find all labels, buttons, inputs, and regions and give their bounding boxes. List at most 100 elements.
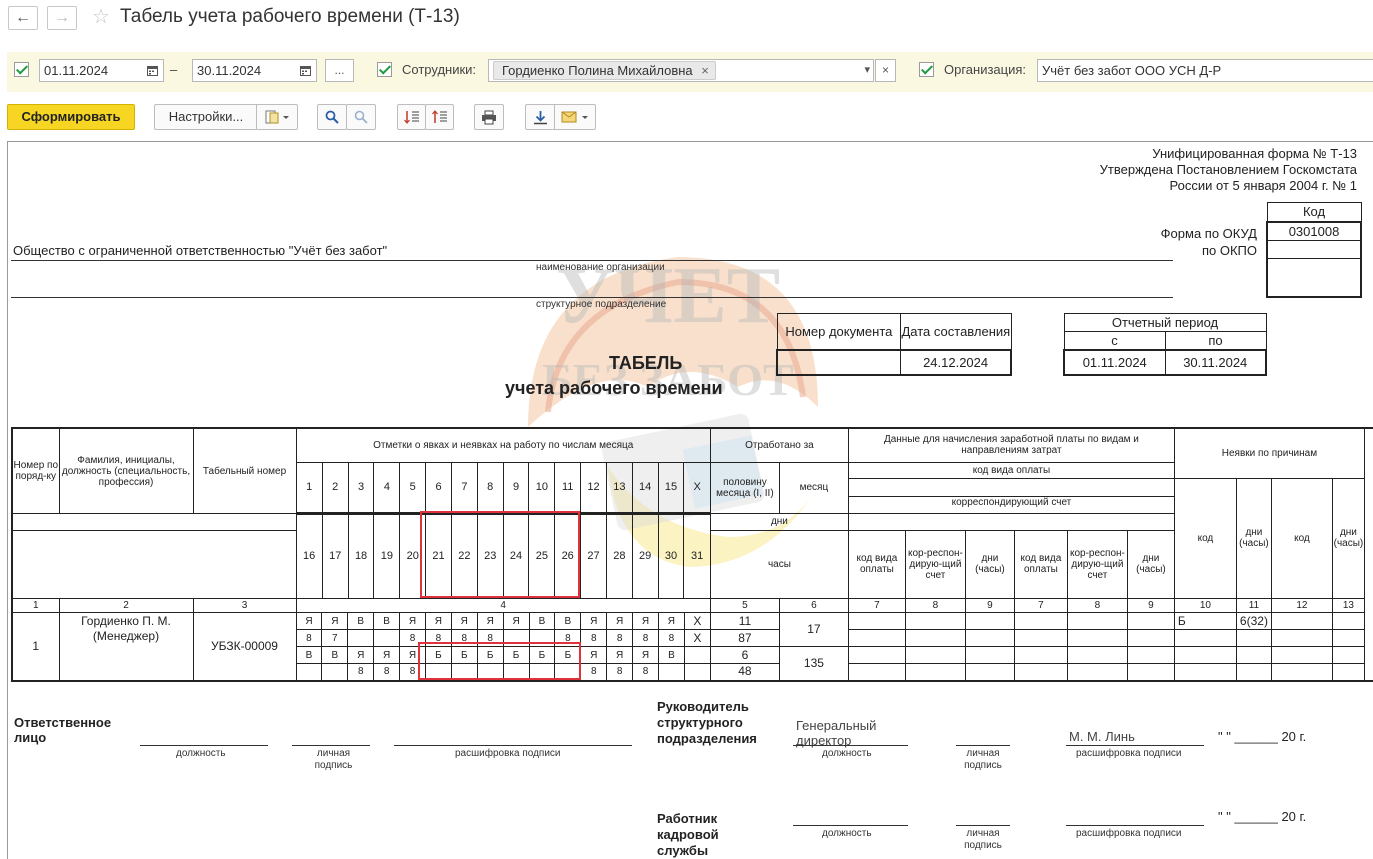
pay-days-2: дни (часы) <box>1126 529 1175 600</box>
day-cell: Б <box>424 646 452 664</box>
kod-header: Код <box>1266 202 1362 222</box>
day-cell: 8 <box>373 663 401 681</box>
resp-position-caption: должность <box>176 748 226 759</box>
day-cell <box>347 629 375 647</box>
pay-data-cell <box>904 663 966 681</box>
day-cell: Б <box>554 646 582 664</box>
calendar-icon[interactable] <box>147 65 158 76</box>
header-half-month: половину месяца (I, II) <box>709 461 780 514</box>
column-number: 4 <box>295 598 711 613</box>
day-header-top: 7 <box>450 462 478 513</box>
day-header-bottom: 28 <box>605 514 633 598</box>
send-email-button[interactable] <box>554 104 596 130</box>
column-number: 13 <box>1331 598 1365 613</box>
day-header-bottom: 29 <box>631 514 659 598</box>
column-number: 8 <box>1066 598 1128 613</box>
period-checkbox[interactable] <box>14 62 29 77</box>
day-cell: 8 <box>606 663 634 681</box>
header-hours: часы <box>709 529 849 600</box>
day-header-top: 9 <box>502 462 530 513</box>
pay-corr-1: кор-респон-дирую-щий счет <box>904 529 966 600</box>
header-absences: Неявки по причинам <box>1173 427 1365 479</box>
collapse-groups-button[interactable] <box>425 104 454 130</box>
day-cell: 8 <box>580 629 608 647</box>
day-cell: 8 <box>632 663 659 681</box>
half-month-cell: 87 <box>709 629 780 647</box>
day-cell: В <box>373 612 401 630</box>
day-cell: В <box>295 646 323 664</box>
day-cell: Я <box>347 646 375 664</box>
day-header-top: 14 <box>631 462 659 513</box>
find-next-button[interactable] <box>346 104 376 130</box>
pay-data-cell <box>904 629 966 647</box>
hr-sign-line <box>956 825 1010 826</box>
reporting-period-table: Отчетный период с по 01.11.2024 30.11.20… <box>1063 313 1267 376</box>
day-cell <box>450 663 478 681</box>
expand-groups-button[interactable] <box>397 104 426 130</box>
calendar-icon[interactable] <box>300 65 311 76</box>
day-header-bottom: 17 <box>321 514 349 598</box>
day-cell: X <box>683 629 711 647</box>
day-cell: В <box>347 612 375 630</box>
variant-dropdown-button[interactable] <box>256 104 298 130</box>
header-pay-sub-cell: корреспондирующий счет <box>847 477 1175 514</box>
print-button[interactable] <box>474 104 504 130</box>
clear-employees-button[interactable]: × <box>875 59 896 82</box>
head-name: М. М. Линь <box>1069 729 1135 744</box>
responsible-label: Ответственное лицо <box>14 715 112 745</box>
generate-button[interactable]: Сформировать <box>7 104 135 130</box>
download-icon <box>534 111 547 125</box>
employees-field[interactable]: Гордиенко Полина Михайловна × ▾ <box>488 59 874 82</box>
back-button[interactable]: ← <box>8 6 38 30</box>
organization-checkbox[interactable] <box>919 62 934 77</box>
forward-button[interactable]: → <box>47 6 77 30</box>
pay-data-cell <box>1066 646 1128 664</box>
day-cell: Я <box>295 612 323 630</box>
form-line-1: Унифицированная форма № Т-13 <box>1152 146 1357 161</box>
save-button[interactable] <box>525 104 555 130</box>
period-from-value: 01.11.2024 <box>1063 348 1166 376</box>
employee-tag: Гордиенко Полина Михайловна × <box>493 61 716 80</box>
day-cell: 8 <box>657 629 685 647</box>
dropdown-arrow-icon[interactable]: ▾ <box>864 60 870 81</box>
day-header-bottom: 24 <box>502 514 530 598</box>
month-cell: 17 <box>778 612 849 647</box>
form-line-2: Утверждена Постановлением Госкомстата <box>1099 162 1357 177</box>
resp-position-line <box>140 745 268 746</box>
day-cell <box>476 663 504 681</box>
day-cell: 8 <box>424 629 452 647</box>
favorite-star-icon[interactable]: ☆ <box>92 4 110 29</box>
date-from-field[interactable]: 01.11.2024 <box>39 59 164 82</box>
day-header-top: 5 <box>399 462 427 513</box>
resp-sign-line <box>292 745 370 746</box>
day-header-bottom: 16 <box>297 514 323 598</box>
column-number: 5 <box>709 598 780 613</box>
period-to-label: по <box>1164 331 1267 350</box>
day-cell <box>424 663 452 681</box>
period-to-value: 30.11.2024 <box>1164 348 1267 376</box>
dept-underline <box>11 297 1173 298</box>
document-info-table: Номер документа Дата составления 24.12.2… <box>776 313 1013 376</box>
absence-days-cell <box>1331 612 1365 630</box>
organization-field[interactable]: Учёт без забот ООО УСН Д-Р <box>1037 59 1373 82</box>
find-button[interactable] <box>317 104 347 130</box>
search-next-icon <box>354 110 368 124</box>
period-select-button[interactable]: ... <box>325 59 354 82</box>
column-number: 6 <box>778 598 849 613</box>
column-number: 10 <box>1173 598 1237 613</box>
day-header-bottom: 20 <box>399 514 427 598</box>
day-cell: Б <box>450 646 478 664</box>
day-cell: Я <box>606 646 634 664</box>
absence-days-cell: 6(32) <box>1235 612 1272 630</box>
day-cell: Я <box>399 646 426 664</box>
settings-button[interactable]: Настройки... <box>154 104 257 130</box>
date-to-field[interactable]: 30.11.2024 <box>192 59 317 82</box>
abs-days-2: дни (часы) <box>1331 477 1365 599</box>
day-cell: Я <box>321 612 349 630</box>
pay-data-cell <box>847 612 906 630</box>
day-cell <box>502 663 530 681</box>
tag-remove-icon[interactable]: × <box>701 63 709 78</box>
header-days: дни <box>709 513 849 531</box>
employees-checkbox[interactable] <box>377 62 392 77</box>
days-bottom-grid: 16 17 18 19 20 21 22 23 24 25 26 27 28 29 30 31 <box>297 514 710 598</box>
